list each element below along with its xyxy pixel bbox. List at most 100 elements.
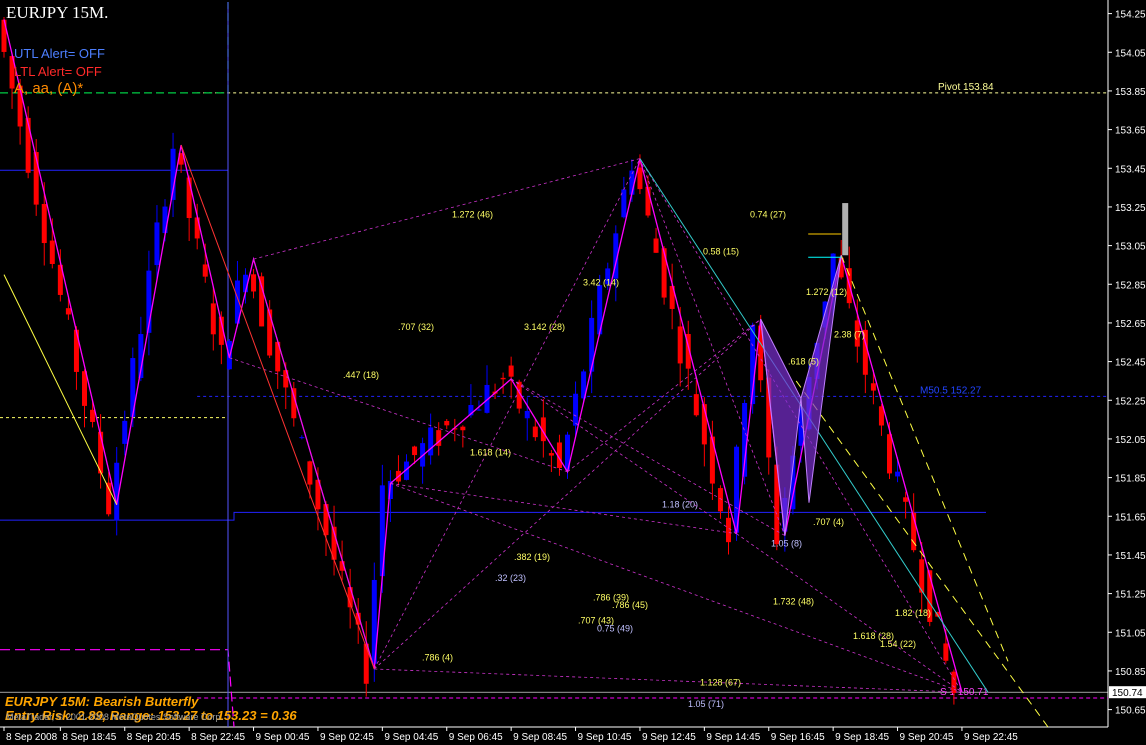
y-tick-label: 152.45 — [1115, 358, 1146, 369]
fib-ratio-label: 1.128 (67) — [700, 678, 741, 688]
bear-candle — [65, 308, 71, 315]
bear-candle — [943, 643, 949, 661]
fib-ratio-label: 2.38 (7) — [834, 330, 865, 340]
fib-ratio-label: 0.58 (15) — [703, 246, 739, 256]
bear-candle — [887, 434, 892, 474]
bear-candle — [90, 409, 96, 422]
chart-title: EURJPY 15M. — [6, 3, 109, 22]
ltl-alert-label: LTL Alert= OFF — [14, 64, 102, 79]
fib-ratio-label: .447 (18) — [343, 370, 379, 380]
bear-candle — [726, 517, 731, 543]
level-label-s1: S 1 150.71 — [940, 687, 989, 698]
x-tick-label: 9 Sep 06:45 — [449, 732, 503, 743]
fib-ratio-label: 1.05 (71) — [688, 699, 724, 709]
bear-candle — [709, 436, 715, 484]
bull-candle — [573, 393, 579, 426]
y-tick-label: 153.65 — [1115, 126, 1146, 137]
bear-candle — [412, 446, 418, 456]
fib-ratio-label: .786 (45) — [612, 600, 648, 610]
bear-candle — [717, 488, 723, 512]
bear-candle — [870, 383, 876, 391]
y-tick-label: 152.65 — [1115, 319, 1146, 330]
fib-ratio-label: .786 (4) — [422, 652, 453, 662]
bear-candle — [661, 248, 667, 298]
bear-candle — [49, 240, 55, 264]
fib-ratio-label: .707 (4) — [813, 517, 844, 527]
fib-ratio-label: 1.18 (20) — [662, 500, 698, 510]
pattern-label: EURJPY 15M: Bearish Butterfly — [5, 694, 199, 709]
x-tick-label: 9 Sep 20:45 — [900, 732, 954, 743]
bear-candle — [41, 203, 47, 244]
bull-candle — [476, 409, 482, 411]
y-tick-label: 150.65 — [1115, 706, 1146, 717]
y-tick-label: 154.25 — [1115, 10, 1146, 21]
x-tick-label: 8 Sep 20:45 — [127, 732, 181, 743]
x-tick-label: 9 Sep 22:45 — [964, 732, 1018, 743]
harmonic-line — [567, 318, 761, 473]
trend-line — [3, 274, 118, 505]
bear-candle — [444, 420, 450, 426]
fib-ratio-label: .382 (19) — [514, 552, 550, 562]
harmonic-line — [374, 318, 761, 670]
fib-ratio-label: 3.142 (28) — [524, 322, 565, 332]
prz-zone — [842, 203, 849, 256]
fib-ratio-label: .707 (32) — [398, 322, 434, 332]
bull-candle — [895, 471, 901, 477]
bear-candle — [259, 276, 265, 327]
bear-candle — [532, 426, 538, 438]
bull-candle — [122, 420, 128, 444]
x-tick-label: 9 Sep 02:45 — [320, 732, 374, 743]
y-tick-label: 152.05 — [1115, 435, 1146, 446]
fib-ratio-label: 1.272 (46) — [452, 210, 493, 220]
y-tick-label: 151.65 — [1115, 512, 1146, 523]
y-tick-label: 153.85 — [1115, 87, 1146, 98]
x-tick-label: 9 Sep 08:45 — [513, 732, 567, 743]
utl-alert-label: UTL Alert= OFF — [14, 46, 105, 61]
level-label-pivot: Pivot 153.84 — [938, 82, 994, 93]
x-tick-label: 8 Sep 18:45 — [62, 732, 116, 743]
bear-candle — [500, 377, 506, 380]
bull-candle — [589, 317, 595, 372]
x-tick-label: 9 Sep 16:45 — [771, 732, 825, 743]
bear-candle — [653, 238, 659, 253]
fib-ratio-label: 0.75 (49) — [597, 623, 633, 633]
fib-ratio-label: 1.272 (12) — [806, 287, 847, 297]
y-tick-label: 153.25 — [1115, 203, 1146, 214]
bull-candle — [299, 437, 305, 439]
x-tick-label: 9 Sep 18:45 — [835, 732, 889, 743]
bear-candle — [210, 303, 216, 335]
channel-line — [795, 380, 1049, 728]
fib-ratio-label: 1.618 (14) — [470, 447, 511, 457]
bear-candle — [460, 426, 466, 431]
y-tick-label: 153.45 — [1115, 164, 1146, 175]
harmonic-line — [390, 483, 963, 693]
fib-ratio-label: 1.54 (22) — [880, 639, 916, 649]
y-tick-label: 154.05 — [1115, 48, 1146, 59]
bear-candle — [693, 394, 699, 416]
x-tick-label: 8 Sep 2008 — [6, 732, 58, 743]
y-tick-label: 151.85 — [1115, 474, 1146, 485]
bull-candle — [154, 222, 160, 266]
y-tick-label: 150.85 — [1115, 667, 1146, 678]
bear-candle — [186, 177, 192, 219]
y-tick-label: 151.25 — [1115, 590, 1146, 601]
y-tick-label: 152.85 — [1115, 280, 1146, 291]
fib-ratio-label: .618 (5) — [788, 357, 819, 367]
bear-candle — [251, 274, 257, 292]
y-tick-label: 151.05 — [1115, 628, 1146, 639]
bear-candle — [267, 309, 273, 356]
bear-candle — [637, 167, 643, 190]
price-chart[interactable]: 154.25 154.05 153.85 153.65 153.45 153.25 153.… — [0, 0, 1146, 745]
prev-session-mid-line — [0, 92, 229, 419]
bear-candle — [508, 365, 514, 377]
y-tick-label: 153.05 — [1115, 242, 1146, 253]
channel-line — [840, 255, 1009, 662]
bear-candle — [548, 453, 554, 456]
y-tick-label: 152.25 — [1115, 396, 1146, 407]
x-tick-label: 9 Sep 00:45 — [256, 732, 310, 743]
level-label-m505: M50.5 152.27 — [920, 385, 982, 396]
bear-candle — [202, 264, 208, 277]
harmonic-line — [374, 668, 962, 693]
bear-candle — [194, 217, 200, 239]
fib-ratio-label: 3.42 (14) — [583, 277, 619, 287]
